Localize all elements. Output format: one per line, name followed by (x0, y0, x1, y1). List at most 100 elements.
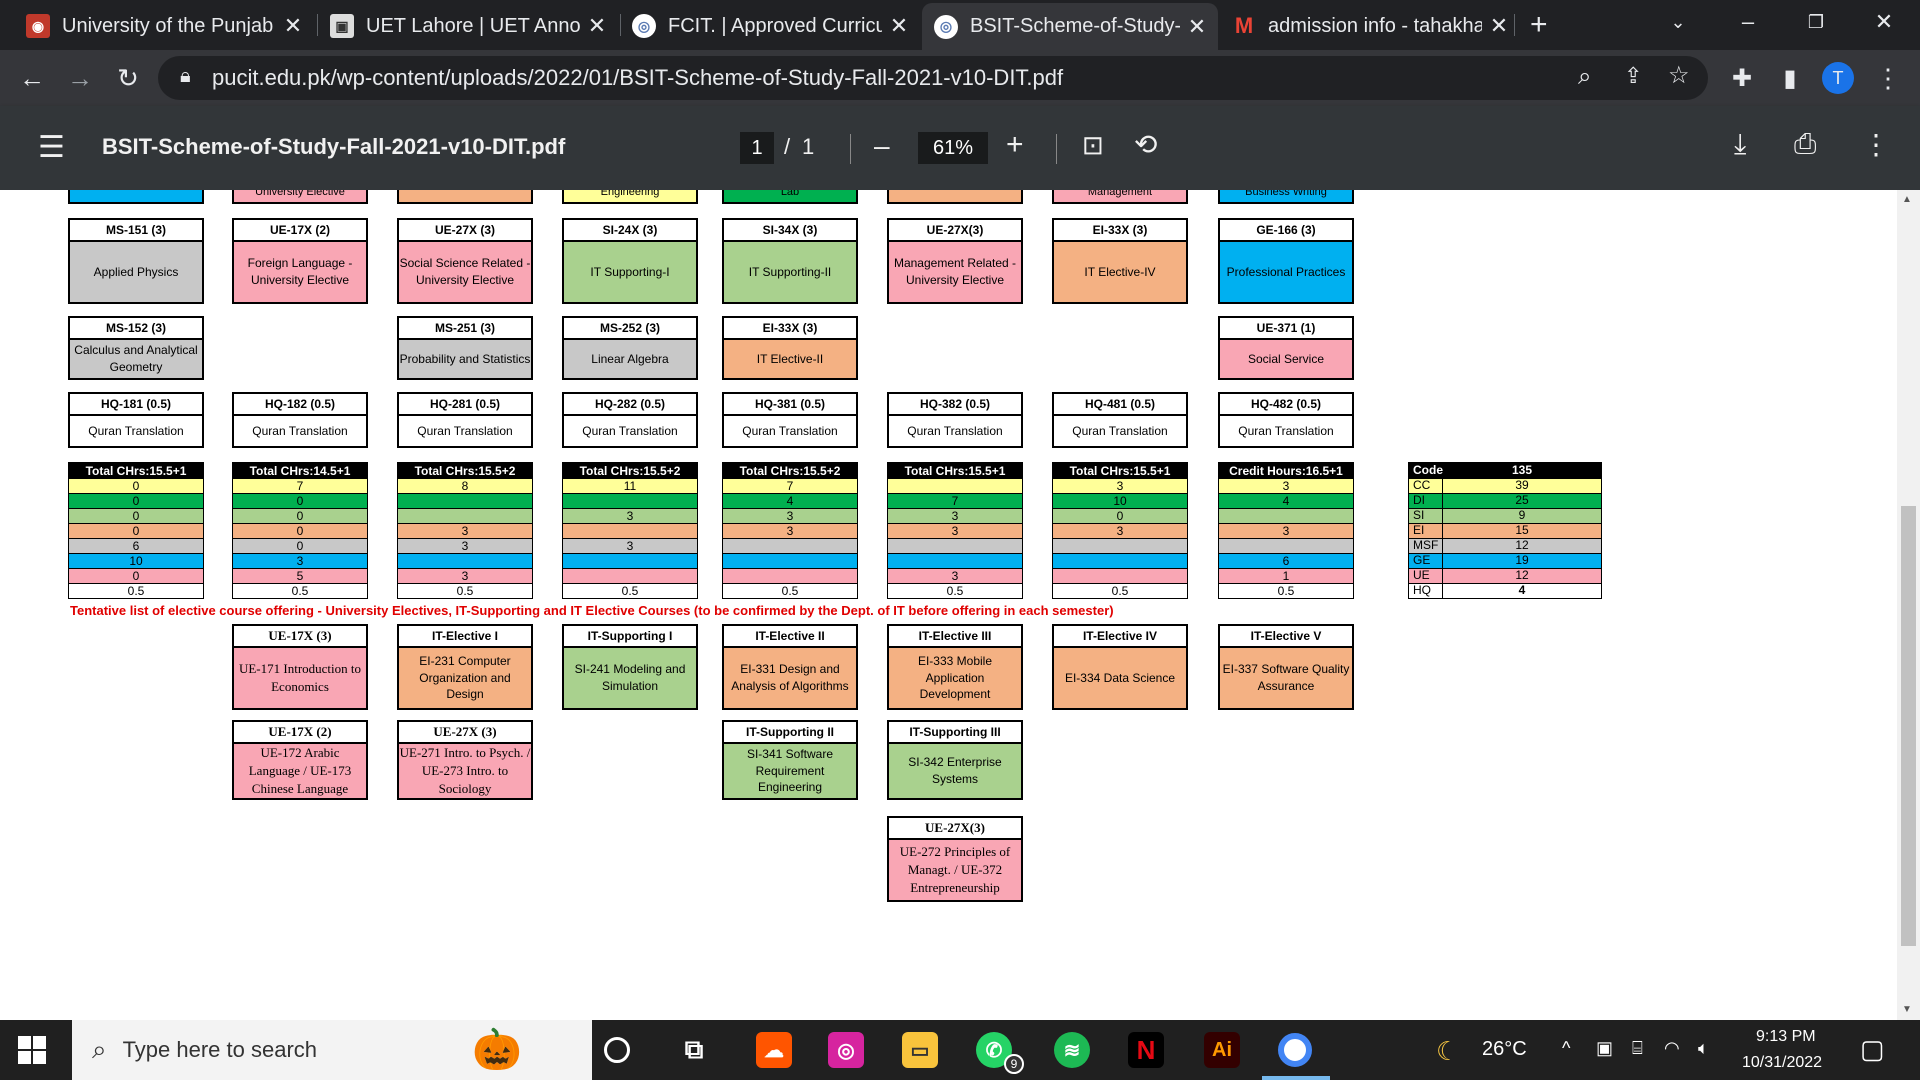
weather-moon-icon[interactable]: ☾ (1436, 1036, 1459, 1067)
task-view-icon[interactable]: ⧉ (676, 1032, 712, 1068)
code-label: UE (1409, 569, 1443, 583)
scroll-thumb[interactable] (1901, 506, 1916, 946)
scroll-up-icon[interactable]: ▲ (1902, 194, 1912, 205)
close-tab-icon[interactable]: ✕ (1488, 13, 1510, 39)
tab-gmail[interactable]: M admission info - tahakhar ✕ (1220, 6, 1520, 46)
print-icon[interactable]: ⎙ (1794, 128, 1816, 161)
code-label: EI (1409, 524, 1443, 538)
illustrator-icon[interactable]: Ai (1204, 1032, 1240, 1068)
zoom-icon[interactable]: ⌕ (1578, 63, 1591, 91)
page-number-input[interactable]: 1 (740, 132, 774, 164)
totals-cell (398, 493, 532, 508)
back-icon[interactable]: ← (14, 60, 50, 96)
totals-cell: 3 (398, 538, 532, 553)
top-course-box (887, 190, 1023, 204)
semester-totals: Total CHrs:15.5+1 7 3 3 3 0.5 (887, 462, 1023, 599)
tray-app-icon[interactable]: ▣ (1596, 1038, 1613, 1059)
code-hours: 19 (1515, 553, 1529, 567)
course-name: Calculus and Analytical Geometry (70, 340, 202, 378)
taskbar-search[interactable]: ⌕ Type here to search 🎃 (72, 1020, 592, 1080)
zoom-out-button[interactable]: – (874, 130, 890, 162)
halloween-doodle-icon: 🎃 (472, 1028, 522, 1072)
course-code: HQ-381 (0.5) (724, 394, 856, 416)
elective-box: IT-Elective V EI-337 Software Quality Ass… (1218, 624, 1354, 710)
profile-avatar[interactable]: T (1822, 62, 1854, 94)
share-icon[interactable]: ⇪ (1624, 63, 1642, 89)
close-tab-icon[interactable]: ✕ (586, 13, 608, 39)
course-code: MS-251 (3) (399, 318, 531, 340)
course-code: HQ-182 (0.5) (234, 394, 366, 416)
course-box: UE-27X (3) Social Science Related - Unive… (397, 218, 533, 304)
reload-icon[interactable]: ↻ (110, 60, 146, 96)
course-box: UE-371 (1) Social Service (1218, 316, 1354, 380)
course-name: IT Elective-IV (1054, 242, 1186, 302)
new-tab-button[interactable]: + (1530, 8, 1548, 42)
netflix-icon[interactable]: N (1128, 1032, 1164, 1068)
extensions-icon[interactable]: ✚ (1724, 60, 1760, 96)
totals-cell (563, 523, 697, 538)
elective-code: IT-Elective V (1220, 626, 1352, 648)
course-code: HQ-481 (0.5) (1054, 394, 1186, 416)
fit-page-icon[interactable]: ⊡ (1082, 130, 1104, 161)
file-explorer-icon[interactable]: ▭ (902, 1032, 938, 1068)
close-window-icon[interactable]: ✕ (1854, 0, 1914, 44)
address-bar[interactable]: 🔒︎ pucit.edu.pk/wp-content/uploads/2022/… (158, 56, 1708, 100)
pdf-scrollbar[interactable]: ▲ ▼ (1897, 190, 1920, 1020)
spotify-icon[interactable]: ≋ (1054, 1032, 1090, 1068)
tray-device-icon[interactable]: ⌸ (1632, 1038, 1643, 1059)
forward-icon[interactable]: → (62, 60, 98, 96)
rotate-icon[interactable]: ⟲ (1134, 128, 1157, 161)
tab-search-icon[interactable]: ⌄ (1648, 0, 1708, 44)
instagram-icon[interactable]: ◎ (828, 1032, 864, 1068)
top-course-box (397, 190, 533, 204)
weather-temp[interactable]: 26°C (1482, 1038, 1527, 1061)
elective-name: EI-337 Software Quality Assurance (1220, 648, 1352, 708)
restore-icon[interactable]: ❐ (1786, 0, 1846, 44)
close-tab-icon[interactable]: ✕ (1186, 14, 1208, 40)
volume-icon[interactable]: 🔈︎ (1698, 1038, 1709, 1059)
totals-cell (1053, 568, 1187, 583)
totals-header: Total CHrs:15.5+2 (398, 463, 532, 478)
side-panel-icon[interactable]: ▮ (1772, 60, 1808, 96)
totals-cell: 0.5 (1053, 583, 1187, 598)
notification-icon[interactable]: ▢ (1860, 1034, 1885, 1065)
elective-name: EI-333 Mobile Application Development (889, 648, 1021, 708)
totals-cell: 3 (398, 523, 532, 538)
wifi-icon[interactable]: ◠ (1664, 1038, 1680, 1059)
top-course-box: Lab (722, 190, 858, 204)
bookmark-star-icon[interactable]: ☆ (1668, 61, 1690, 90)
tab-strip: ◉ University of the Punjab - ✕ ▣ UET Lah… (0, 0, 1920, 50)
tab-fcit-curriculum[interactable]: ◎ FCIT. | Approved Curricul ✕ (620, 6, 920, 46)
zoom-level-input[interactable]: 61% (918, 132, 988, 164)
cortana-icon[interactable] (604, 1037, 630, 1063)
tab-university-of-punjab[interactable]: ◉ University of the Punjab - ✕ (14, 6, 314, 46)
scroll-down-icon[interactable]: ▼ (1902, 1004, 1912, 1015)
clock-time[interactable]: 9:13 PM (1756, 1028, 1816, 1046)
tab-uet-lahore[interactable]: ▣ UET Lahore | UET Announ ✕ (318, 6, 618, 46)
windows-start-icon[interactable] (18, 1036, 46, 1064)
tray-chevron-icon[interactable]: ^ (1562, 1038, 1570, 1059)
close-tab-icon[interactable]: ✕ (282, 13, 304, 39)
elective-code: IT-Elective II (724, 626, 856, 648)
sidebar-menu-icon[interactable]: ☰ (38, 130, 65, 165)
close-tab-icon[interactable]: ✕ (888, 13, 910, 39)
soundcloud-icon[interactable]: ☁ (756, 1032, 792, 1068)
pdf-more-icon[interactable]: ⋮ (1862, 128, 1890, 161)
elective-name: SI-241 Modeling and Simulation (564, 648, 696, 708)
chrome-icon[interactable] (1278, 1033, 1312, 1067)
totals-cell (723, 553, 857, 568)
course-code: SI-24X (3) (564, 220, 696, 242)
chrome-menu-icon[interactable]: ⋮ (1870, 60, 1906, 96)
zoom-in-button[interactable]: + (1006, 128, 1024, 162)
code-row: SI 9 (1409, 508, 1601, 523)
elective-box: UE-27X(3) UE-272 Principles of Managt. / … (887, 816, 1023, 902)
tab-bsit-scheme[interactable]: ◎ BSIT-Scheme-of-Study-Fa ✕ (922, 3, 1218, 50)
totals-cell: 0 (69, 523, 203, 538)
elective-code: IT-Elective III (889, 626, 1021, 648)
clock-date[interactable]: 10/31/2022 (1742, 1054, 1822, 1072)
totals-cell: 3 (1219, 523, 1353, 538)
download-icon[interactable]: ⤓ (1734, 128, 1746, 161)
minimize-icon[interactable]: – (1718, 0, 1778, 44)
semester-totals: Total CHrs:15.5+1 0 0 0 0 6 10 0 0.5 (68, 462, 204, 599)
elective-name: EI-334 Data Science (1054, 648, 1186, 708)
